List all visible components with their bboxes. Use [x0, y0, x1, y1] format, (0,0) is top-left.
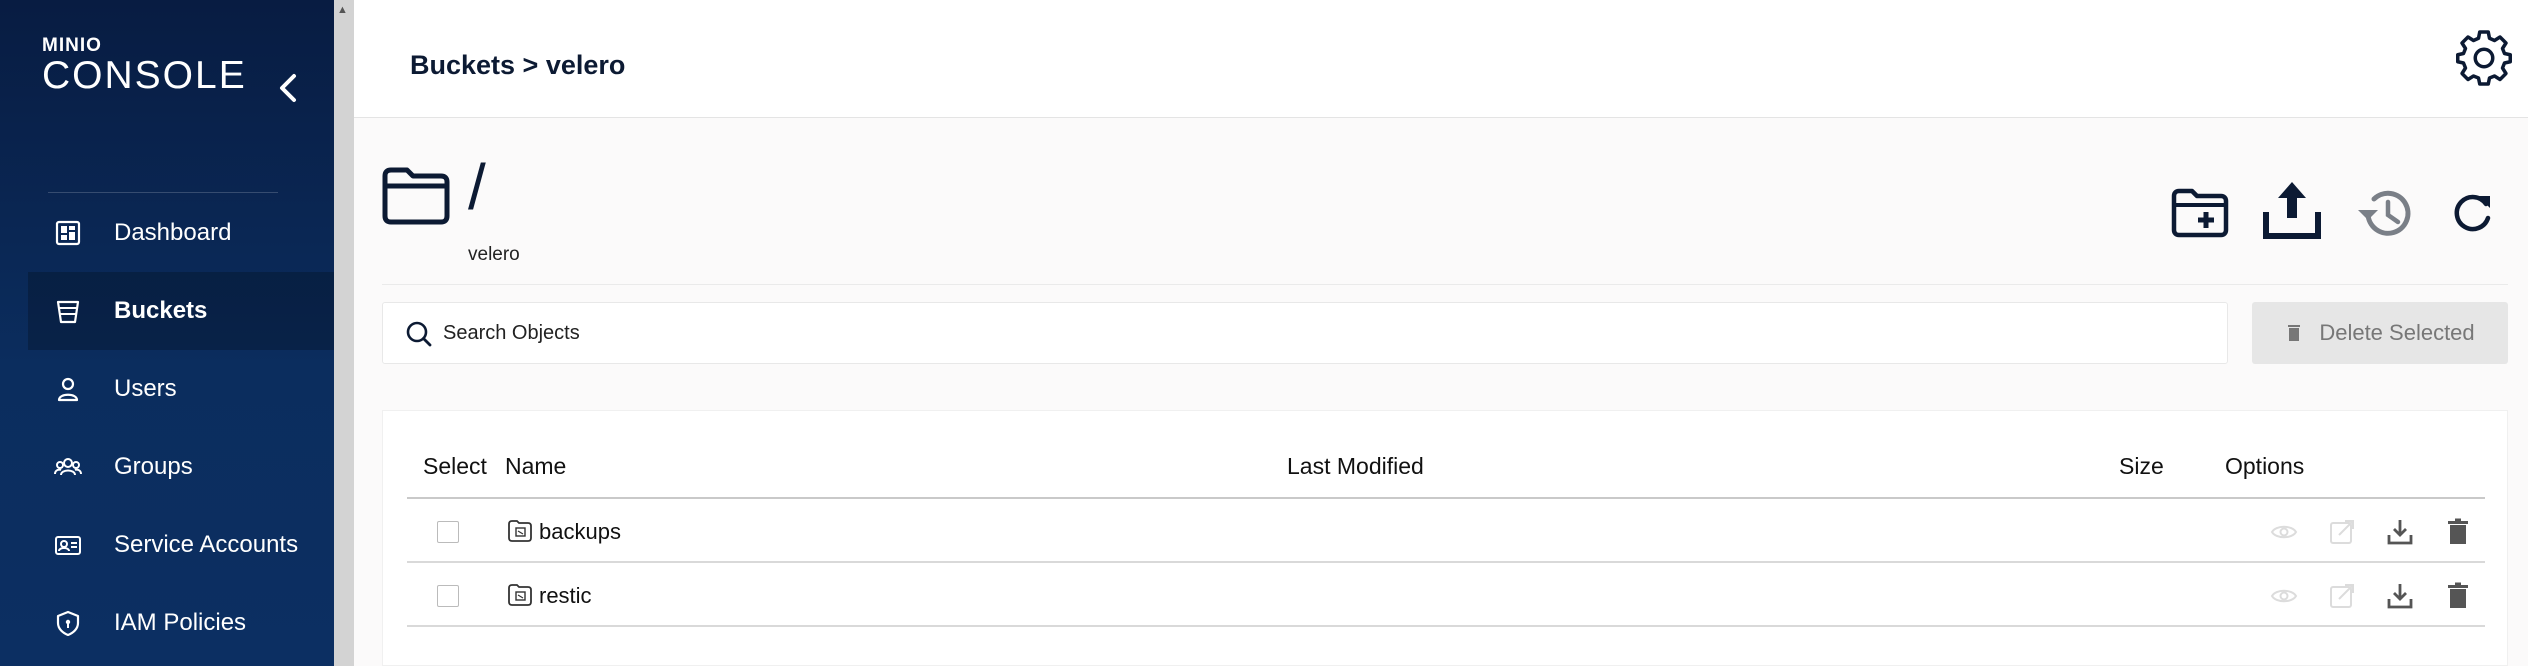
search-input[interactable]: [443, 303, 2203, 363]
delete-selected-label: Delete Selected: [2319, 320, 2475, 345]
column-options: Options: [2225, 453, 2305, 479]
eye-icon[interactable]: [2269, 581, 2299, 611]
logo-product: CONSOLE: [42, 54, 247, 97]
upload-button[interactable]: [2260, 178, 2324, 242]
page-scrollbar[interactable]: ▲: [334, 0, 354, 666]
table-header: Select Name Last Modified Size Options: [407, 435, 2485, 499]
download-icon[interactable]: [2385, 581, 2415, 611]
column-select: Select: [423, 453, 487, 479]
column-name[interactable]: Name: [505, 453, 566, 480]
row-checkbox[interactable]: [437, 585, 459, 607]
groups-icon: [54, 453, 82, 481]
settings-button[interactable]: [2454, 28, 2514, 88]
logo-brand: MINIO: [42, 35, 102, 56]
upload-icon: [2263, 182, 2321, 239]
sidebar-item-iam-policies[interactable]: IAM Policies: [28, 584, 334, 662]
sidebar-item-label: Dashboard: [114, 219, 232, 246]
refresh-button[interactable]: [2444, 186, 2500, 242]
row-checkbox[interactable]: [437, 521, 459, 543]
objects-table: Select Name Last Modified Size Options b…: [382, 410, 2508, 666]
shield-icon: [54, 609, 82, 637]
folder-icon: [380, 164, 452, 228]
bucket-name-label: velero: [468, 244, 520, 265]
sidebar-item-label: Users: [114, 375, 177, 402]
gear-icon: [2456, 30, 2512, 86]
refresh-icon: [2454, 194, 2491, 232]
sidebar-item-label: Buckets: [114, 297, 208, 324]
bucket-icon: [54, 297, 82, 325]
delete-selected-button[interactable]: Delete Selected: [2252, 302, 2508, 364]
sidebar-item-service-accounts[interactable]: Service Accounts: [28, 506, 334, 584]
folder-add-icon: [2171, 188, 2229, 238]
trash-icon: [2288, 325, 2301, 341]
sidebar-item-dashboard[interactable]: Dashboard: [28, 194, 334, 272]
sidebar-item-buckets[interactable]: Buckets: [28, 272, 334, 350]
scroll-up-arrow-icon[interactable]: ▲: [337, 4, 348, 16]
download-icon[interactable]: [2385, 517, 2415, 547]
share-icon[interactable]: [2327, 581, 2357, 611]
trash-icon[interactable]: [2443, 581, 2473, 611]
sidebar-item-label: IAM Policies: [114, 609, 247, 636]
folder-icon: [508, 520, 532, 542]
search-icon: [406, 321, 432, 347]
sidebar-item-users[interactable]: Users: [28, 350, 334, 428]
folder-icon: [508, 584, 532, 606]
chevron-left-icon: [280, 74, 296, 102]
sidebar-menu: Dashboard Buckets Users Groups Service A…: [28, 194, 334, 662]
sidebar-item-label: Service Accounts: [114, 531, 299, 558]
user-icon: [54, 375, 82, 403]
column-last-modified[interactable]: Last Modified: [1287, 453, 1424, 480]
sidebar-item-label: Groups: [114, 453, 193, 480]
sidebar-item-groups[interactable]: Groups: [28, 428, 334, 506]
table-row[interactable]: backups: [407, 501, 2485, 563]
service-accounts-icon: [54, 531, 82, 559]
create-folder-button[interactable]: [2168, 182, 2232, 246]
eye-icon[interactable]: [2269, 517, 2299, 547]
share-icon[interactable]: [2327, 517, 2357, 547]
rewind-history-button[interactable]: [2354, 182, 2418, 246]
search-bar: [382, 302, 2228, 364]
breadcrumb[interactable]: Buckets > velero: [410, 50, 625, 81]
history-icon: [2358, 190, 2411, 236]
collapse-sidebar-button[interactable]: [272, 68, 304, 108]
object-name[interactable]: restic: [539, 583, 592, 609]
table-row[interactable]: restic: [407, 565, 2485, 627]
trash-icon[interactable]: [2443, 517, 2473, 547]
logo: MINIO CONSOLE: [42, 36, 247, 96]
current-path: /: [468, 151, 486, 223]
page-header: Buckets > velero: [354, 0, 2528, 118]
section-divider: [382, 284, 2508, 285]
object-name[interactable]: backups: [539, 519, 621, 545]
dashboard-icon: [54, 219, 82, 247]
column-size[interactable]: Size: [2119, 453, 2164, 480]
sidebar: MINIO CONSOLE Dashboard Buckets Users Gr…: [0, 0, 334, 666]
sidebar-divider: [48, 192, 278, 193]
